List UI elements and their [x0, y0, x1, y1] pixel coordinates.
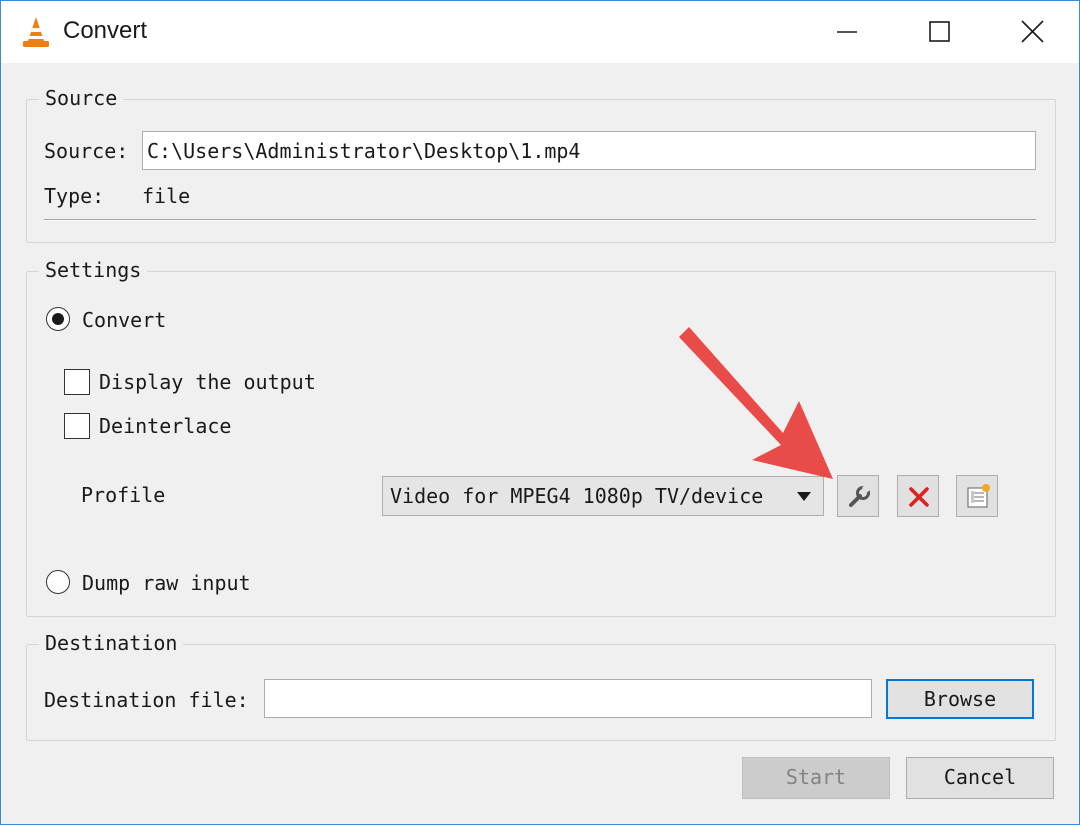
minimize-button[interactable] [801, 1, 893, 63]
close-button[interactable] [985, 1, 1077, 63]
red-x-icon [909, 487, 929, 507]
maximize-icon [929, 21, 950, 42]
dump-raw-label[interactable]: Dump raw input [82, 569, 251, 597]
maximize-button[interactable] [893, 1, 985, 63]
start-button[interactable]: Start [742, 757, 890, 799]
new-profile-button[interactable] [956, 475, 998, 517]
source-group-title: Source [39, 84, 124, 112]
browse-button[interactable]: Browse [886, 679, 1034, 719]
profile-dropdown[interactable]: Video for MPEG4 1080p TV/device [382, 476, 824, 516]
window-title: Convert [63, 17, 148, 44]
convert-dialog: Convert Source Source: Type: file Settin… [0, 0, 1080, 825]
minimize-icon [837, 31, 857, 33]
profile-label: Profile [81, 483, 166, 507]
source-group: Source [26, 84, 1056, 243]
title-bar[interactable]: Convert [1, 1, 1079, 63]
profile-selected-value: Video for MPEG4 1080p TV/device [390, 484, 764, 508]
dump-raw-radio[interactable] [46, 570, 70, 594]
destination-file-input[interactable] [264, 679, 872, 718]
display-output-label[interactable]: Display the output [99, 368, 316, 396]
type-label: Type: [44, 184, 105, 208]
source-separator [44, 219, 1036, 221]
edit-profile-button[interactable] [837, 475, 879, 517]
radio-selected-dot [52, 313, 64, 325]
chevron-down-icon [797, 492, 811, 501]
close-icon [1021, 20, 1044, 43]
deinterlace-checkbox[interactable] [64, 413, 90, 439]
settings-group-title: Settings [39, 256, 148, 284]
destination-label: Destination file: [44, 688, 249, 712]
convert-radio[interactable] [46, 307, 70, 331]
deinterlace-label[interactable]: Deinterlace [99, 412, 231, 440]
settings-group: Settings [26, 256, 1056, 617]
convert-radio-label[interactable]: Convert [82, 306, 166, 334]
delete-profile-button[interactable] [897, 475, 939, 517]
type-value: file [142, 184, 191, 208]
wrench-icon [849, 483, 871, 507]
cancel-button[interactable]: Cancel [906, 757, 1054, 799]
source-input[interactable] [142, 131, 1036, 170]
new-profile-icon [967, 484, 990, 508]
source-label: Source: [44, 139, 129, 163]
display-output-checkbox[interactable] [64, 369, 90, 395]
vlc-cone-icon [23, 17, 49, 47]
destination-group-title: Destination [39, 629, 184, 657]
